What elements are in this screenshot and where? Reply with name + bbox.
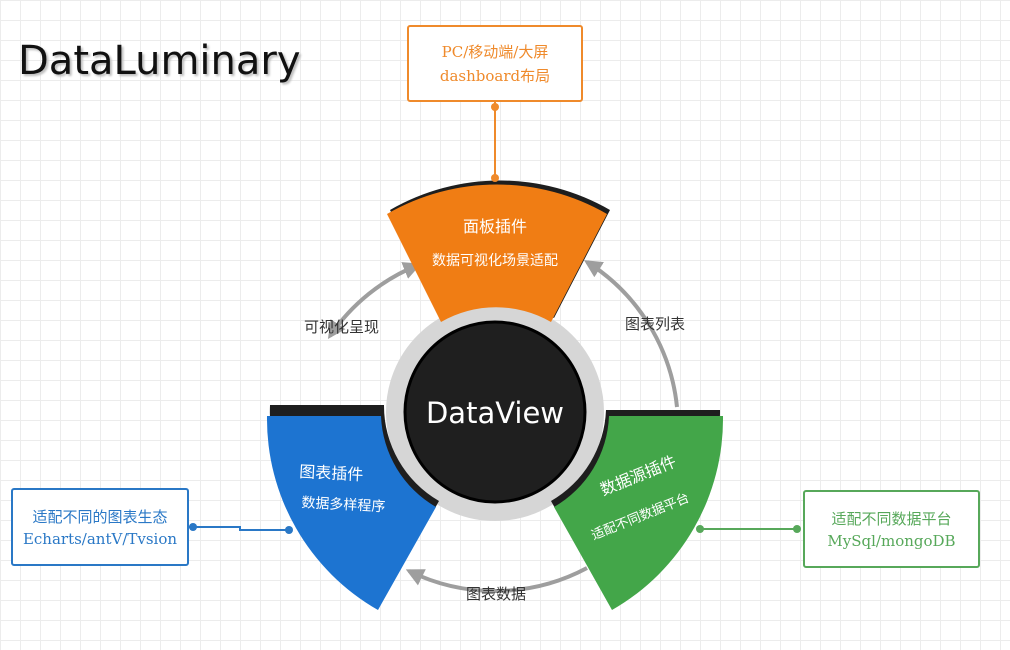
arrow-label-chart-list: 图表列表 [625, 315, 686, 333]
chart-ecosystem-line2: Echarts/antV/Tvsion [22, 530, 178, 548]
datasource-platform-box: 适配不同数据平台 MySql/mongoDB [803, 490, 980, 568]
layout-note-box: PC/移动端/大屏 dashboard布局 [407, 25, 583, 102]
datasource-platform-line1: 适配不同数据平台 [831, 510, 952, 528]
datasource-platform-line2: MySql/mongoDB [827, 532, 956, 550]
chart-plugin-title: 图表插件 [298, 461, 364, 485]
panel-plugin-title: 面板插件 [462, 217, 527, 236]
layout-note-line1: PC/移动端/大屏 [441, 43, 549, 61]
arrow-label-chart-data: 图表数据 [466, 585, 527, 603]
arrow-label-visualize: 可视化呈现 [304, 318, 380, 336]
connector-left [189, 526, 290, 531]
layout-note-line2: dashboard布局 [439, 67, 551, 85]
core-label: DataView [425, 396, 565, 430]
chart-ecosystem-line1: 适配不同的图表生态 [32, 508, 168, 526]
panel-plugin-subtitle: 数据可视化场景适配 [432, 253, 558, 269]
chart-ecosystem-box: 适配不同的图表生态 Echarts/antV/Tvsion [11, 488, 189, 566]
brand-title: DataLuminary [18, 38, 301, 84]
